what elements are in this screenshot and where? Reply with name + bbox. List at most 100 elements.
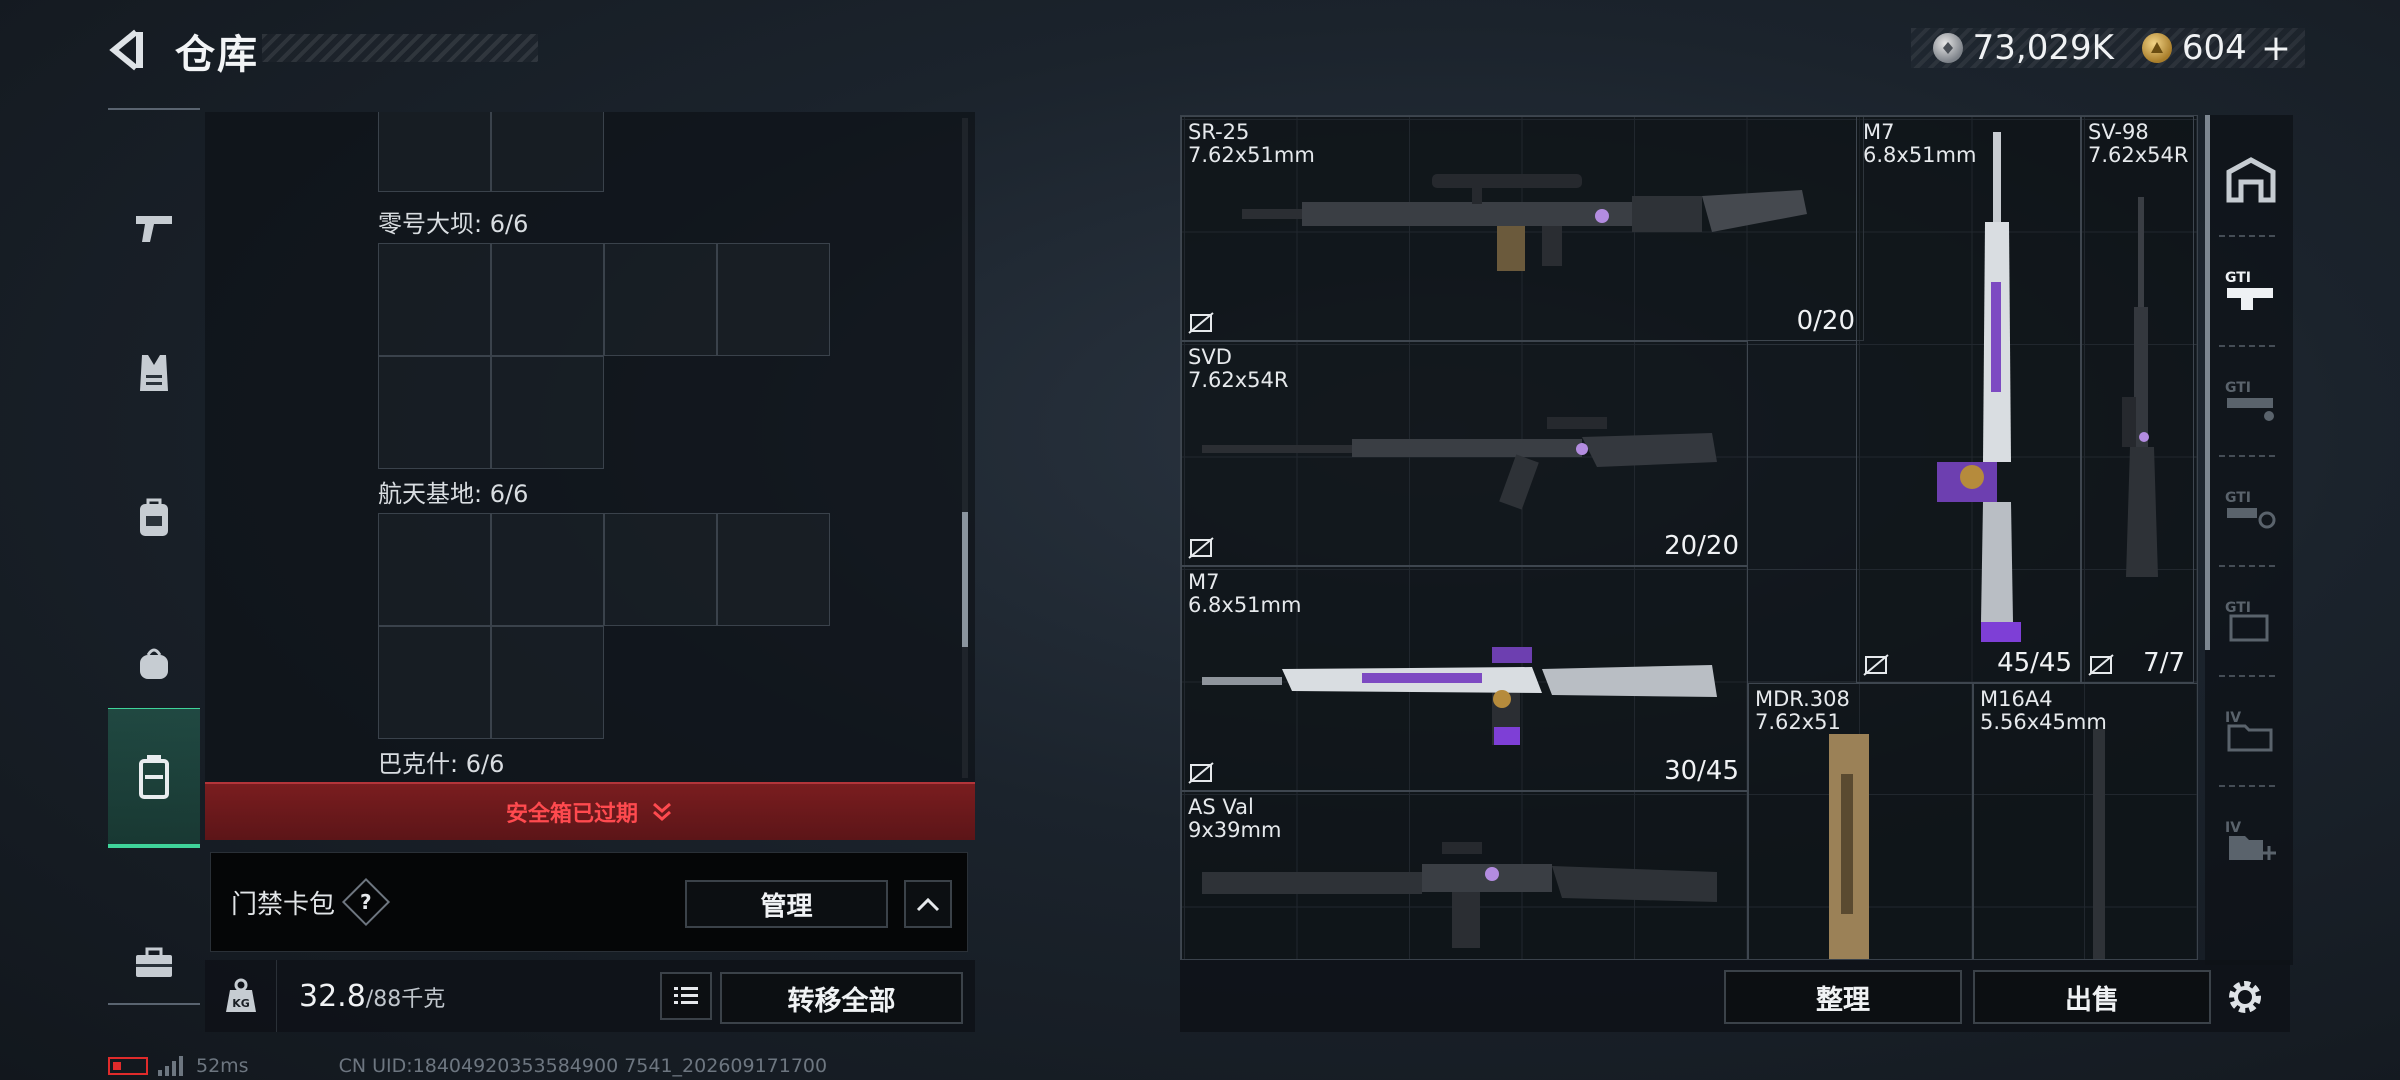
user-uid: CN UID:18404920353584900 7541_2026091717… bbox=[338, 1055, 828, 1077]
weight-value: 32.8/88千克 bbox=[299, 978, 446, 1014]
gold-coin-icon bbox=[2141, 33, 2172, 63]
weight-bar: KG 32.8/88千克 转移全部 bbox=[205, 960, 975, 1032]
rifle-image bbox=[1202, 417, 1717, 510]
key-slot[interactable] bbox=[491, 513, 604, 626]
signal-icon bbox=[158, 1056, 183, 1076]
key-slot[interactable] bbox=[378, 356, 491, 469]
back-button[interactable] bbox=[100, 22, 156, 78]
access-card-pack: 门禁卡包 ? 管理 bbox=[210, 852, 968, 952]
sidebar-item-secure-container[interactable] bbox=[108, 708, 200, 848]
sell-button[interactable]: 出售 bbox=[1973, 970, 2211, 1024]
weapon-name: SV-98 bbox=[2088, 120, 2149, 144]
no-insurance-icon bbox=[1188, 537, 1214, 559]
svg-text:IV: IV bbox=[2225, 820, 2241, 836]
silver-amount: 73,029K bbox=[1972, 28, 2114, 68]
svg-text:GTI: GTI bbox=[2225, 490, 2251, 506]
tabs-scrollbar[interactable] bbox=[2205, 115, 2210, 650]
key-slot[interactable] bbox=[378, 112, 491, 192]
manage-button[interactable]: 管理 bbox=[685, 880, 888, 928]
page-title: 仓库 bbox=[175, 32, 259, 78]
folder-icon: IV bbox=[2225, 710, 2273, 752]
key-label-bakhsh: 巴克什: 6/6 bbox=[378, 750, 505, 778]
gear-icon bbox=[2229, 981, 2261, 1013]
key-slot[interactable] bbox=[717, 513, 830, 626]
key-slot[interactable] bbox=[378, 513, 491, 626]
rifle-image bbox=[1202, 647, 1717, 745]
panel-scrollbar[interactable] bbox=[962, 118, 968, 778]
weapon-as-val[interactable]: AS Val 9x39mm bbox=[1181, 791, 1748, 959]
battery-icon bbox=[108, 1057, 148, 1075]
sidebar-item-armor[interactable] bbox=[108, 303, 200, 443]
settings-button[interactable] bbox=[2220, 972, 2270, 1022]
toolbox-icon bbox=[136, 947, 172, 977]
key-slot[interactable] bbox=[378, 626, 491, 739]
warehouse-icon bbox=[2226, 157, 2276, 203]
silver-coin-icon bbox=[1932, 33, 1963, 63]
rifle-image-vertical bbox=[2093, 729, 2105, 959]
tab-warehouse-home[interactable] bbox=[2219, 135, 2283, 225]
weapon-m16a4[interactable]: M16A4 5.56x45mm bbox=[1973, 683, 2197, 959]
backpack-icon bbox=[140, 498, 168, 536]
chevron-up-icon bbox=[916, 897, 940, 912]
svg-text:GTI: GTI bbox=[2225, 270, 2251, 286]
add-currency-button[interactable]: + bbox=[2261, 28, 2291, 69]
pouch-icon bbox=[140, 648, 168, 679]
tab-gti-2[interactable]: GTI bbox=[2219, 355, 2283, 445]
ammo-count: 20/20 bbox=[1664, 531, 1739, 561]
weapon-sr25[interactable]: SR-25 7.62x51mm 0/20 bbox=[1181, 116, 1864, 341]
tab-gti-1[interactable]: GTI bbox=[2219, 245, 2283, 335]
key-slot[interactable] bbox=[491, 112, 604, 192]
transfer-all-button[interactable]: 转移全部 bbox=[720, 972, 963, 1024]
key-slot[interactable] bbox=[378, 243, 491, 356]
key-slot[interactable] bbox=[604, 243, 717, 356]
sidebar-divider bbox=[108, 108, 200, 110]
help-icon[interactable]: ? bbox=[341, 877, 391, 927]
card-pack-label: 门禁卡包 bbox=[231, 889, 336, 920]
warehouse-actions: 整理 出售 bbox=[1180, 960, 2290, 1032]
warehouse-grid: SR-25 7.62x51mm 0/20 SVD 7.62x54R 20/20 … bbox=[1180, 115, 2198, 960]
panel-scrollbar-thumb[interactable] bbox=[962, 512, 968, 647]
rifle-image-vertical bbox=[1829, 734, 1869, 959]
sidebar-divider bbox=[108, 1003, 200, 1005]
sidebar-item-backpack[interactable] bbox=[108, 448, 200, 588]
list-icon bbox=[674, 987, 698, 1004]
collapse-button[interactable] bbox=[904, 880, 952, 928]
sort-button[interactable]: 整理 bbox=[1724, 970, 1962, 1024]
weapon-sv98[interactable]: SV-98 7.62x54R 7/7 bbox=[2081, 116, 2194, 683]
pistol-icon bbox=[136, 216, 172, 242]
key-slot[interactable] bbox=[491, 243, 604, 356]
weapon-m7-vertical[interactable]: M7 6.8x51mm 45/45 bbox=[1856, 116, 2081, 683]
weapon-ammo: 7.62x51 bbox=[1755, 710, 1841, 734]
tab-iv-1[interactable]: IV bbox=[2219, 685, 2283, 775]
weapon-svd[interactable]: SVD 7.62x54R 20/20 bbox=[1181, 341, 1748, 566]
no-insurance-icon bbox=[1188, 762, 1214, 784]
ammo-count: 0/20 bbox=[1796, 306, 1855, 336]
key-slot[interactable] bbox=[491, 356, 604, 469]
add-folder-icon: IV bbox=[2225, 820, 2276, 860]
warehouse-tabs: GTI GTI GTI GTI IV IV bbox=[2205, 115, 2293, 965]
tab-gti-3[interactable]: GTI bbox=[2219, 465, 2283, 555]
svg-text:GTI: GTI bbox=[2225, 600, 2251, 616]
tab-iv-add[interactable]: IV bbox=[2219, 795, 2283, 885]
sidebar-item-weapons[interactable] bbox=[108, 158, 200, 298]
key-label-dam: 零号大坝: 6/6 bbox=[378, 210, 529, 238]
tab-gti-4[interactable]: GTI bbox=[2219, 575, 2283, 665]
no-insurance-icon bbox=[1863, 654, 1889, 676]
svg-text:GTI: GTI bbox=[2225, 380, 2251, 396]
sidebar-item-toolbox[interactable] bbox=[108, 893, 200, 1033]
list-view-button[interactable] bbox=[660, 972, 712, 1020]
key-slot[interactable] bbox=[717, 243, 830, 356]
rifle-image-vertical bbox=[1937, 132, 2021, 642]
currency-display: 73,029K 604 + bbox=[1910, 28, 2305, 69]
weapon-m7-horizontal[interactable]: M7 6.8x51mm 30/45 bbox=[1181, 566, 1748, 791]
ammo-count: 30/45 bbox=[1664, 756, 1739, 786]
no-insurance-icon bbox=[2088, 654, 2114, 676]
weapon-mdr308[interactable]: MDR.308 7.62x51 bbox=[1748, 683, 1973, 959]
key-label-space-base: 航天基地: 6/6 bbox=[378, 480, 529, 508]
ammo-count: 7/7 bbox=[2143, 648, 2185, 678]
status-line: 52ms CN UID:18404920353584900 7541_20260… bbox=[108, 1054, 827, 1078]
key-slot[interactable] bbox=[491, 626, 604, 739]
rifle-image-vertical bbox=[2122, 197, 2158, 577]
key-slot[interactable] bbox=[604, 513, 717, 626]
secure-container-expired-banner[interactable]: 安全箱已过期 bbox=[205, 782, 975, 840]
